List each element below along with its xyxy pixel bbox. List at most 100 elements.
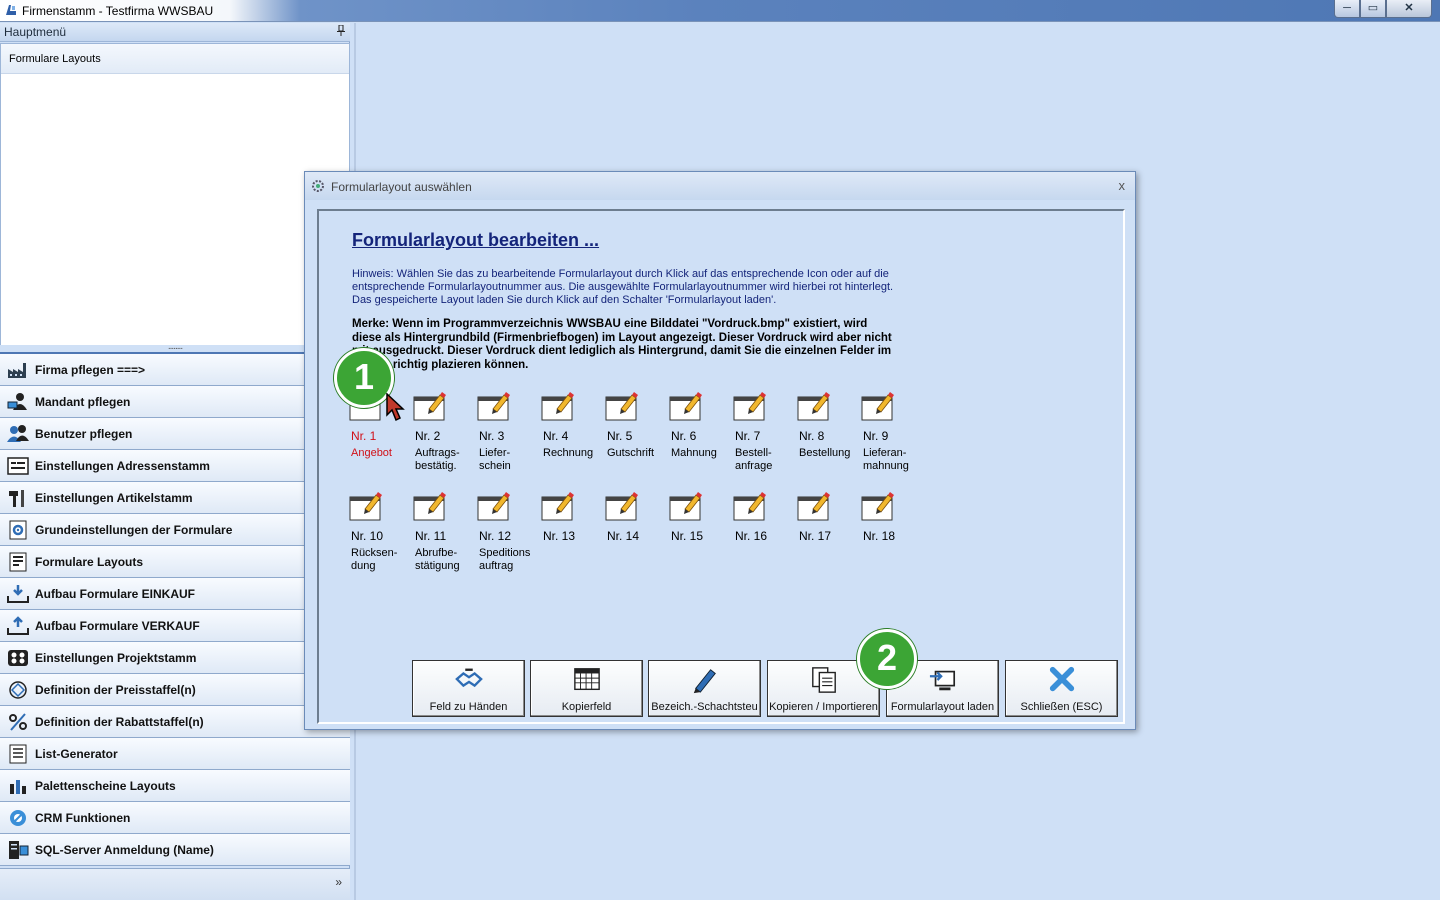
- nav-item-label: Definition der Preisstaffel(n): [35, 682, 196, 697]
- nav-item-adressenstamm[interactable]: Einstellungen Adressenstamm: [0, 450, 350, 482]
- layout-tile[interactable]: Nr. 6 Mahnung: [669, 391, 725, 471]
- layout-number[interactable]: Nr. 6: [671, 429, 696, 443]
- maximize-button[interactable]: ▭: [1360, 0, 1386, 18]
- close-window-button[interactable]: ✕: [1386, 0, 1432, 18]
- main-menu-title: Hauptmenü: [4, 25, 67, 39]
- form-edit-icon[interactable]: [605, 491, 639, 521]
- button-label: Feld zu Händen: [429, 701, 508, 713]
- panel-splitter[interactable]: ........: [0, 342, 350, 352]
- kopierfeld-button[interactable]: Kopierfeld: [530, 660, 643, 717]
- form-edit-icon[interactable]: [349, 491, 383, 521]
- form-edit-icon[interactable]: [861, 491, 895, 521]
- form-edit-icon[interactable]: [861, 391, 895, 421]
- layout-number[interactable]: Nr. 17: [799, 529, 831, 543]
- layout-number[interactable]: Nr. 12: [479, 529, 511, 543]
- form-edit-icon[interactable]: [669, 391, 703, 421]
- nav-item-benutzer[interactable]: Benutzer pflegen: [0, 418, 350, 450]
- form-edit-icon[interactable]: [669, 491, 703, 521]
- nav-item-projektstamm[interactable]: Einstellungen Projektstamm: [0, 642, 350, 674]
- user-computer-icon: [6, 391, 30, 413]
- layout-number[interactable]: Nr. 3: [479, 429, 504, 443]
- form-edit-icon[interactable]: [733, 491, 767, 521]
- nav-item-grundeinstellungen-formulare[interactable]: Grundeinstellungen der Formulare: [0, 514, 350, 546]
- nav-item-aufbau-verkauf[interactable]: Aufbau Formulare VERKAUF: [0, 610, 350, 642]
- layout-tile[interactable]: Nr. 16: [733, 491, 789, 571]
- layout-tile[interactable]: Nr. 18: [861, 491, 917, 571]
- feld-zu-haenden-button[interactable]: Feld zu Händen: [412, 660, 525, 717]
- layout-number[interactable]: Nr. 9: [863, 429, 888, 443]
- nav-item-label: Einstellungen Adressenstamm: [35, 458, 210, 473]
- form-edit-icon[interactable]: [541, 391, 575, 421]
- layout-tile[interactable]: Nr. 7 Bestell-anfrage: [733, 391, 789, 472]
- layout-number[interactable]: Nr. 16: [735, 529, 767, 543]
- layout-number[interactable]: Nr. 15: [671, 529, 703, 543]
- nav-item-rabattstaffel[interactable]: Definition der Rabattstaffel(n): [0, 706, 350, 738]
- layout-number[interactable]: Nr. 8: [799, 429, 824, 443]
- form-edit-icon[interactable]: [733, 391, 767, 421]
- nav-item-label: Einstellungen Projektstamm: [35, 650, 197, 665]
- layout-tile[interactable]: Nr. 9 Lieferan-mahnung: [861, 391, 917, 472]
- more-options-button[interactable]: »: [335, 875, 342, 889]
- layout-number[interactable]: Nr. 11: [415, 529, 446, 543]
- layout-tile[interactable]: Nr. 12 Speditions auftrag: [477, 491, 533, 572]
- nav-item-crm[interactable]: CRM Funktionen: [0, 802, 350, 834]
- window-titlebar: Firmenstamm - Testfirma WWSBAU ─ ▭ ✕: [0, 0, 1440, 22]
- layout-tile[interactable]: Nr. 8 Bestellung: [797, 391, 853, 471]
- layout-number[interactable]: Nr. 4: [543, 429, 568, 443]
- project-icon: [6, 647, 30, 669]
- layout-number[interactable]: Nr. 2: [415, 429, 440, 443]
- tray-out-icon: [6, 615, 30, 637]
- form-edit-icon[interactable]: [477, 491, 511, 521]
- layout-tile[interactable]: Nr. 4 Rechnung: [541, 391, 597, 471]
- form-edit-icon[interactable]: [605, 391, 639, 421]
- form-edit-icon[interactable]: [797, 491, 831, 521]
- layout-number[interactable]: Nr. 14: [607, 529, 639, 543]
- layout-tile[interactable]: Nr. 3 Liefer-schein: [477, 391, 533, 472]
- nav-item-formulare-layouts[interactable]: Formulare Layouts: [0, 546, 350, 578]
- layout-tile[interactable]: Nr. 2 Auftrags-bestätig.: [413, 391, 469, 472]
- dialog-close-button[interactable]: x: [1119, 178, 1126, 193]
- crm-icon: [6, 807, 30, 829]
- layout-number[interactable]: Nr. 7: [735, 429, 760, 443]
- nav-item-preisstaffel[interactable]: Definition der Preisstaffel(n): [0, 674, 350, 706]
- nav-item-label: Aufbau Formulare VERKAUF: [35, 618, 200, 633]
- nav-item-firma[interactable]: Firma pflegen ===>: [0, 354, 350, 386]
- schliessen-button[interactable]: Schließen (ESC): [1005, 660, 1118, 717]
- layout-tile[interactable]: Nr. 5 Gutschrift: [605, 391, 661, 471]
- layout-number[interactable]: Nr. 5: [607, 429, 632, 443]
- form-edit-icon[interactable]: [413, 391, 447, 421]
- hint-text: Hinweis: Wählen Sie das zu bearbeitende …: [352, 268, 894, 306]
- nav-item-label: CRM Funktionen: [35, 810, 131, 825]
- layout-name: Auftrags-bestätig.: [415, 447, 460, 472]
- main-menu-selected-item[interactable]: Formulare Layouts: [1, 44, 349, 74]
- layout-tile[interactable]: Nr. 13: [541, 491, 597, 571]
- percent-icon: [6, 711, 30, 733]
- form-edit-icon[interactable]: [541, 491, 575, 521]
- nav-item-list-generator[interactable]: List-Generator: [0, 738, 350, 770]
- nav-item-sql-server[interactable]: SQL-Server Anmeldung (Name): [0, 834, 350, 866]
- layout-tile[interactable]: Nr. 10 Rücksen-dung: [349, 491, 405, 572]
- window-title: Firmenstamm - Testfirma WWSBAU: [22, 4, 214, 18]
- nav-item-artikelstamm[interactable]: Einstellungen Artikelstamm: [0, 482, 350, 514]
- layout-tile[interactable]: Nr. 17: [797, 491, 853, 571]
- layout-tile[interactable]: Nr. 15: [669, 491, 725, 571]
- layout-number[interactable]: Nr. 10: [351, 529, 383, 543]
- address-card-icon: [6, 455, 30, 477]
- nav-item-mandant[interactable]: Mandant pflegen: [0, 386, 350, 418]
- form-edit-icon[interactable]: [797, 391, 831, 421]
- pin-icon[interactable]: [337, 24, 345, 39]
- form-edit-icon[interactable]: [413, 491, 447, 521]
- nav-item-palettenscheine[interactable]: Palettenscheine Layouts: [0, 770, 350, 802]
- layout-number[interactable]: Nr. 18: [863, 529, 895, 543]
- minimize-button[interactable]: ─: [1334, 0, 1360, 18]
- form-edit-icon[interactable]: [477, 391, 511, 421]
- factory-icon: [6, 359, 30, 381]
- layout-number[interactable]: Nr. 13: [543, 529, 575, 543]
- pallet-icon: [6, 775, 30, 797]
- layout-number[interactable]: Nr. 1: [351, 429, 376, 443]
- layout-tile[interactable]: Nr. 14: [605, 491, 661, 571]
- dialog-heading: Formularlayout bearbeiten ...: [352, 230, 600, 250]
- layout-tile[interactable]: Nr. 11 Abrufbe-stätigung: [413, 491, 469, 572]
- bezeich-schachtsteu-button[interactable]: Bezeich.-Schachtsteu: [648, 660, 761, 717]
- nav-item-aufbau-einkauf[interactable]: Aufbau Formulare EINKAUF: [0, 578, 350, 610]
